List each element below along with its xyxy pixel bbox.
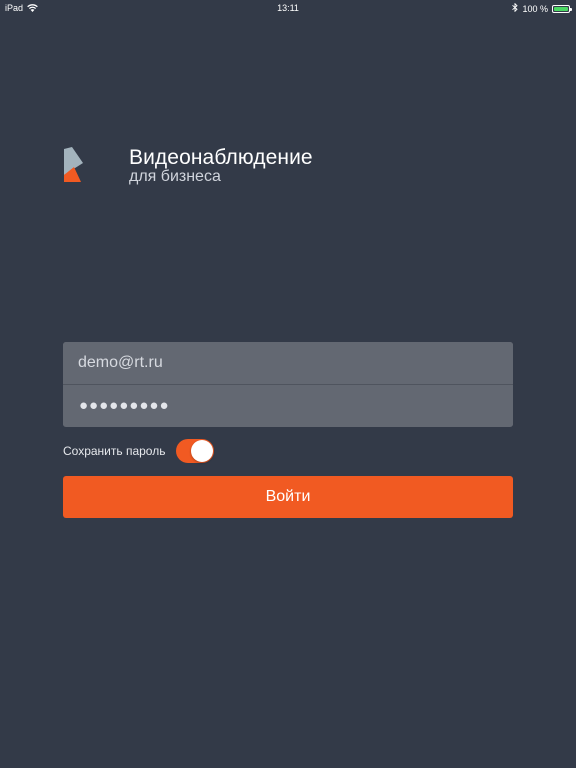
battery-icon (552, 4, 572, 13)
save-password-toggle[interactable] (176, 439, 215, 463)
login-button[interactable]: Войти (63, 476, 513, 518)
status-bar: iPad 13:11 100 % (0, 0, 576, 16)
email-field-wrapper (63, 342, 513, 384)
save-password-label: Сохранить пароль (63, 444, 166, 458)
password-field[interactable]: ●●●●●●●●● (79, 385, 170, 426)
status-bar-right: 100 % (512, 2, 572, 14)
password-field-wrapper[interactable]: ●●●●●●●●● (63, 384, 513, 426)
email-field[interactable] (63, 342, 513, 384)
battery-percent: 100 % (522, 3, 548, 14)
app-title: Видеонаблюдение (129, 146, 313, 169)
toggle-knob (191, 440, 214, 462)
bluetooth-icon (512, 2, 519, 14)
app-subtitle: для бизнеса (129, 168, 221, 185)
rostelecom-logo-icon (62, 145, 86, 183)
save-password-row: Сохранить пароль (63, 439, 215, 463)
battery-fill (554, 6, 568, 11)
credentials-group: ●●●●●●●●● (63, 342, 513, 427)
brand-block: Видеонаблюдение для бизнеса (129, 146, 313, 185)
clock: 13:11 (277, 3, 299, 13)
